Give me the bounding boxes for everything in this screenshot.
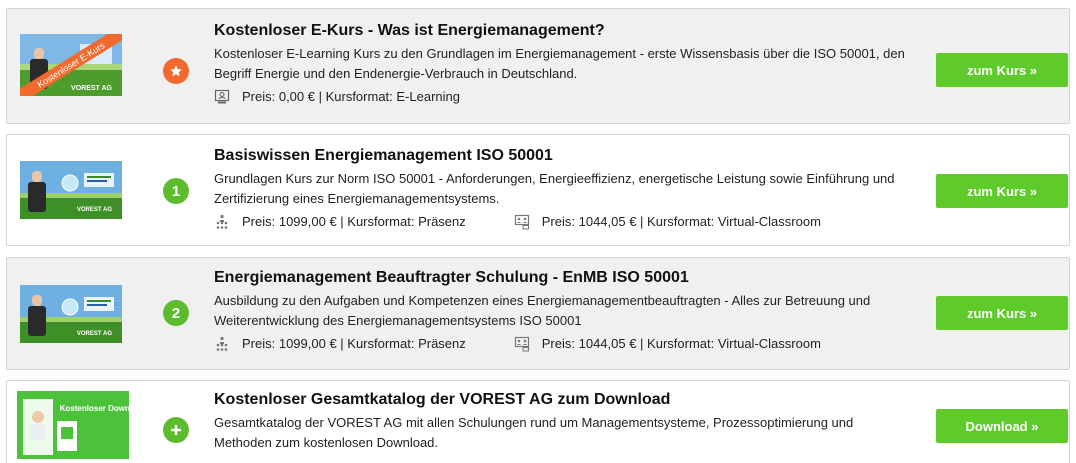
virtual-classroom-icon [514,336,529,352]
course-meta: Preis: 1099,00 € | Kursformat: Präsenz P… [214,213,909,231]
zum-kurs-button[interactable]: zum Kurs » [936,53,1068,87]
elearning-icon [214,89,230,104]
meta-text: Preis: 1044,05 € | Kursformat: Virtual-C… [541,214,821,229]
course-card-free-ecourse: Kostenloser E-Kurs VOREST AG Kostenloser… [6,8,1070,124]
meta-text: Preis: 1099,00 € | Kursformat: Präsenz [242,214,466,229]
course-title[interactable]: Energiemanagement Beauftragter Schulung … [214,268,909,288]
course-meta: Preis: 0,00 € | Kursformat: E-Learning [214,88,909,106]
course-meta: Preis: 1099,00 € | Kursformat: Präsenz P… [214,335,909,353]
catalog-description: Gesamtkatalog der VOREST AG mit allen Sc… [214,415,854,450]
catalog-thumbnail[interactable]: Kostenloser Download [17,391,129,459]
catalog-download-card: Kostenloser Download Kostenloser Gesamtk… [6,380,1070,463]
meta-virtual: Preis: 1044,05 € | Kursformat: Virtual-C… [514,335,821,353]
plus-icon [163,417,189,443]
meta-elearning: Preis: 0,00 € | Kursformat: E-Learning [214,88,460,106]
meta-praesenz: Preis: 1099,00 € | Kursformat: Präsenz [214,335,466,353]
meta-text: Preis: 1099,00 € | Kursformat: Präsenz [242,336,466,351]
course-title[interactable]: Basiswissen Energiemanagement ISO 50001 [214,146,909,166]
download-button[interactable]: Download » [936,409,1068,443]
thumbnail-brand: VOREST AG [77,331,112,337]
course-description: Kostenloser E-Learning Kurs zu den Grund… [214,46,905,81]
badge-number: 2 [163,300,189,326]
meta-virtual: Preis: 1044,05 € | Kursformat: Virtual-C… [514,213,821,231]
zum-kurs-button[interactable]: zum Kurs » [936,174,1068,208]
thumbnail-banner-text: Kostenloser Download [60,404,129,413]
course-thumbnail[interactable]: Kostenloser E-Kurs VOREST AG [20,34,122,96]
badge-number: 1 [163,178,189,204]
virtual-classroom-icon [514,214,529,230]
classroom-icon [216,214,228,229]
course-title[interactable]: Kostenloser E-Kurs - Was ist Energiemana… [214,21,909,41]
zum-kurs-button[interactable]: zum Kurs » [936,296,1068,330]
course-card-enmb: VOREST AG 2 Energiemanagement Beauftragt… [6,257,1070,370]
catalog-title[interactable]: Kostenloser Gesamtkatalog der VOREST AG … [214,390,909,410]
thumbnail-brand: VOREST AG [71,85,113,92]
classroom-icon [216,336,228,351]
course-thumbnail[interactable]: VOREST AG [20,284,122,343]
course-card-basiswissen: VOREST AG 1 Basiswissen Energiemanagemen… [6,134,1070,246]
meta-praesenz: Preis: 1099,00 € | Kursformat: Präsenz [214,213,466,231]
thumbnail-brand: VOREST AG [77,207,112,213]
meta-text: Preis: 1044,05 € | Kursformat: Virtual-C… [541,336,821,351]
meta-text: Preis: 0,00 € | Kursformat: E-Learning [242,89,460,104]
course-description: Grundlagen Kurs zur Norm ISO 50001 - Anf… [214,171,895,206]
star-icon [163,58,189,84]
course-thumbnail[interactable]: VOREST AG [20,161,122,219]
course-description: Ausbildung zu den Aufgaben und Kompetenz… [214,293,871,328]
